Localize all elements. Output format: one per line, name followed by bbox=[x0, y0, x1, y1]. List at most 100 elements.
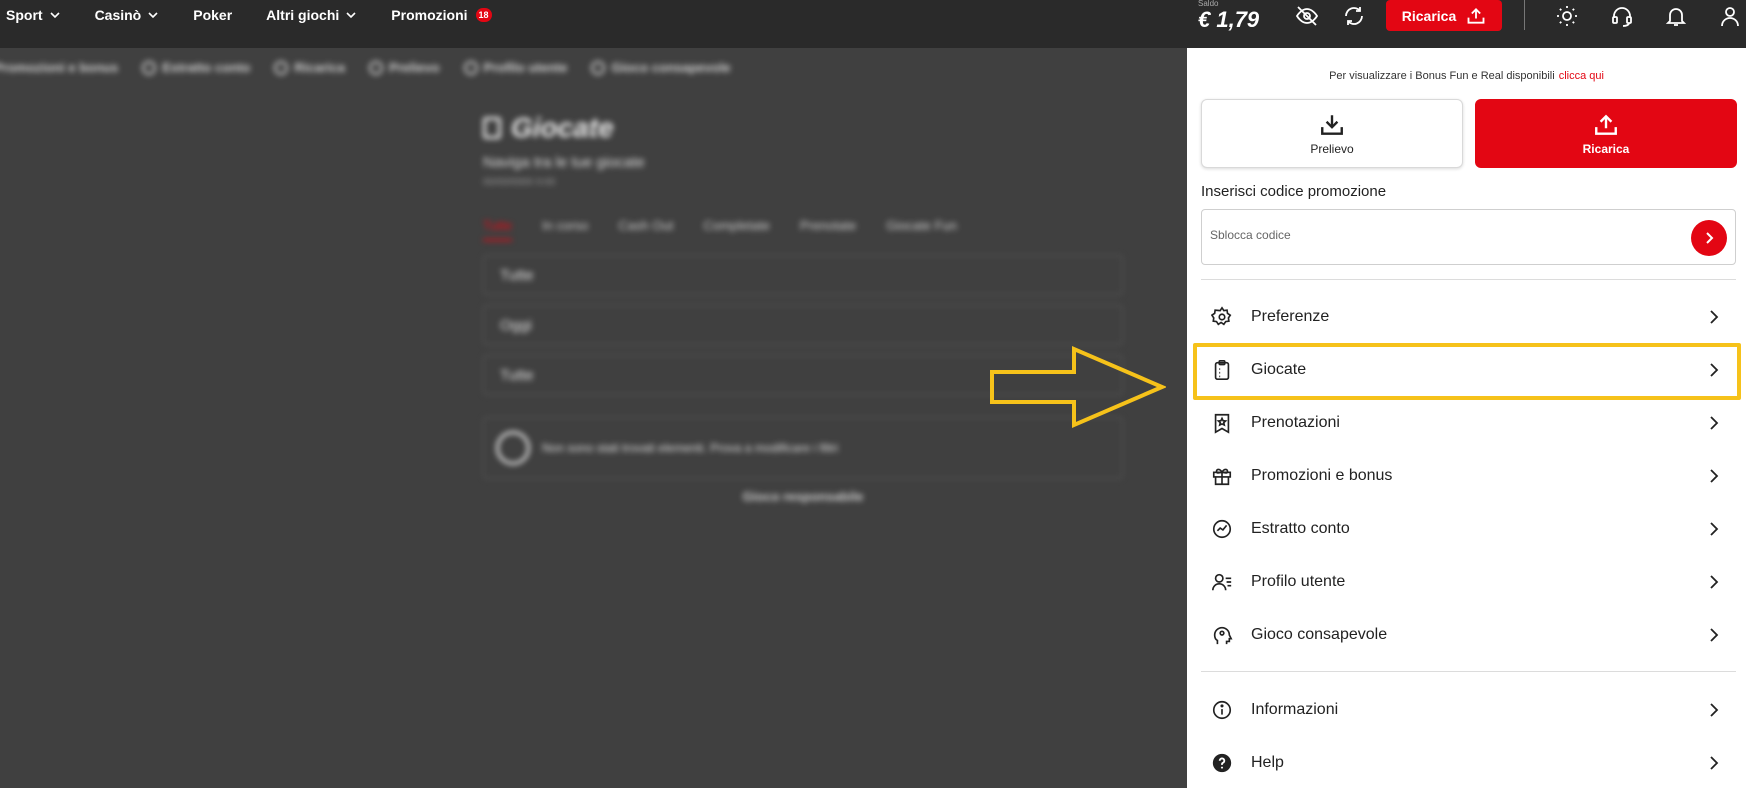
subnav-label: Prelievo bbox=[388, 60, 440, 75]
subnav-label: Ricarica bbox=[294, 60, 345, 75]
tab-prenotate[interactable]: Prenotate bbox=[800, 218, 856, 241]
page-subtitle: Naviga tra le tue giocate bbox=[483, 154, 645, 171]
subnav-item[interactable]: Promozioni e bonus bbox=[0, 60, 118, 75]
top-bar: Sport Casinò Poker Altri giochi Promozio… bbox=[0, 0, 1746, 48]
clipboard-icon bbox=[483, 117, 501, 139]
menu-item-help[interactable]: Help bbox=[1201, 737, 1736, 788]
menu-item-promozioni-bonus[interactable]: Promozioni e bonus bbox=[1201, 450, 1736, 502]
subnav-label: Profilo utente bbox=[483, 60, 568, 75]
refresh-icon[interactable] bbox=[1342, 4, 1366, 28]
chevron-right-icon bbox=[1706, 232, 1714, 244]
menu-item-label: Promozioni e bonus bbox=[1251, 467, 1393, 484]
support-icon[interactable] bbox=[1610, 4, 1634, 28]
bell-icon[interactable] bbox=[1664, 4, 1688, 28]
main-nav: Sport Casinò Poker Altri giochi Promozio… bbox=[0, 0, 520, 30]
responsible-gaming-link[interactable]: Gioco responsabile bbox=[483, 489, 1123, 504]
user-icon[interactable] bbox=[1718, 4, 1742, 28]
nav-promozioni[interactable]: Promozioni 18 bbox=[391, 7, 492, 23]
account-subnav: Promozioni e bonus Estratto conto Ricari… bbox=[0, 60, 731, 75]
hide-balance-icon[interactable] bbox=[1295, 4, 1319, 28]
chevron-right-icon bbox=[1706, 627, 1722, 643]
menu-item-informazioni[interactable]: Informazioni bbox=[1201, 684, 1736, 736]
top-recharge-button[interactable]: Ricarica bbox=[1386, 0, 1502, 31]
nav-casino[interactable]: Casinò bbox=[95, 7, 160, 23]
nav-poker-label: Poker bbox=[193, 7, 233, 23]
ricarica-icon bbox=[274, 60, 289, 75]
subnav-label: Promozioni e bonus bbox=[0, 60, 119, 75]
chevron-right-icon bbox=[1706, 521, 1722, 537]
bet-tabs: Tutte In corso Cash Out Completate Preno… bbox=[483, 218, 1123, 241]
recharge-label: Ricarica bbox=[1582, 141, 1630, 156]
tab-in-corso[interactable]: In corso bbox=[542, 218, 588, 241]
chevron-right-icon bbox=[1706, 468, 1722, 484]
menu-item-profilo-utente[interactable]: Profilo utente bbox=[1201, 556, 1736, 608]
promo-code-field bbox=[1201, 209, 1736, 265]
promo-code-label: Inserisci codice promozione bbox=[1201, 183, 1387, 200]
balance: Saldo € 1,79 bbox=[1198, 0, 1259, 32]
balance-value: € 1,79 bbox=[1198, 7, 1260, 32]
filter-select[interactable]: Oggi bbox=[483, 305, 1123, 345]
nav-altri-giochi-label: Altri giochi bbox=[266, 7, 340, 23]
bonus-info-text: Per visualizzare i Bonus Fun e Real disp… bbox=[1329, 70, 1555, 82]
top-divider bbox=[1524, 0, 1525, 30]
page-date: 00/00/0000 0:00 bbox=[483, 177, 556, 188]
promo-submit-button[interactable] bbox=[1691, 220, 1727, 256]
sun-icon[interactable] bbox=[1555, 4, 1579, 28]
profilo-icon bbox=[463, 60, 478, 75]
menu-item-prenotazioni[interactable]: Prenotazioni bbox=[1201, 397, 1736, 449]
help-icon bbox=[1211, 752, 1233, 774]
age-badge: 18 bbox=[475, 8, 492, 22]
menu-item-label: Help bbox=[1251, 754, 1284, 771]
gift-icon bbox=[1211, 465, 1233, 487]
menu-item-label: Informazioni bbox=[1251, 701, 1339, 718]
subnav-item[interactable]: Ricarica bbox=[274, 60, 345, 75]
prelievo-icon bbox=[368, 60, 383, 75]
bonus-info-link[interactable]: clicca qui bbox=[1559, 70, 1604, 82]
withdraw-label: Prelievo bbox=[1310, 141, 1354, 156]
download-icon bbox=[1321, 114, 1343, 135]
pointer-arrow-icon bbox=[990, 345, 1166, 429]
page-title: Giocate bbox=[483, 112, 1123, 144]
tab-giocate-fun[interactable]: Giocate Fun bbox=[886, 218, 957, 241]
user-list-icon bbox=[1211, 571, 1233, 593]
nav-sport[interactable]: Sport bbox=[6, 7, 61, 23]
account-drawer: Per visualizzare i Bonus Fun e Real disp… bbox=[1187, 48, 1746, 788]
subnav-item[interactable]: Gioco consapevole bbox=[591, 60, 731, 75]
highlight-frame bbox=[1193, 343, 1741, 400]
recharge-button[interactable]: Ricarica bbox=[1475, 99, 1737, 168]
chevron-right-icon bbox=[1706, 702, 1722, 718]
estratto-conto-icon bbox=[142, 60, 157, 75]
top-recharge-label: Ricarica bbox=[1401, 7, 1457, 24]
tab-tutte[interactable]: Tutte bbox=[483, 218, 513, 241]
subnav-item[interactable]: Estratto conto bbox=[142, 60, 250, 75]
filter-select[interactable]: Tutte bbox=[483, 255, 1123, 295]
chevron-down-icon bbox=[49, 12, 60, 19]
subnav-item[interactable]: Profilo utente bbox=[463, 60, 568, 75]
bookmark-star-icon bbox=[1211, 412, 1233, 434]
gioco-consapevole-icon bbox=[591, 60, 606, 75]
upload-icon bbox=[1595, 114, 1617, 135]
alert-icon bbox=[496, 431, 530, 465]
menu-item-label: Preferenze bbox=[1251, 308, 1330, 325]
upload-icon bbox=[1467, 7, 1485, 24]
chart-circle-icon bbox=[1211, 518, 1233, 540]
nav-altri-giochi[interactable]: Altri giochi bbox=[266, 7, 357, 23]
promo-code-input[interactable] bbox=[1210, 228, 1650, 242]
chevron-down-icon bbox=[346, 12, 356, 19]
chevron-right-icon bbox=[1706, 574, 1722, 590]
subnav-item[interactable]: Prelievo bbox=[368, 60, 440, 75]
head-icon bbox=[1211, 624, 1233, 646]
tab-completate[interactable]: Completate bbox=[703, 218, 769, 241]
chevron-down-icon bbox=[148, 12, 158, 19]
subnav-label: Gioco consapevole bbox=[611, 60, 731, 75]
nav-sport-label: Sport bbox=[6, 7, 43, 23]
chevron-right-icon bbox=[1706, 309, 1722, 325]
nav-poker[interactable]: Poker bbox=[193, 7, 232, 23]
tab-cash-out[interactable]: Cash Out bbox=[618, 218, 673, 241]
empty-message: Non sono stati trovati elementi. Prova a… bbox=[542, 441, 839, 455]
withdraw-button[interactable]: Prelievo bbox=[1201, 99, 1463, 168]
menu-item-label: Prenotazioni bbox=[1251, 414, 1340, 431]
menu-item-gioco-consapevole[interactable]: Gioco consapevole bbox=[1201, 609, 1736, 661]
menu-item-preferenze[interactable]: Preferenze bbox=[1201, 291, 1736, 343]
menu-item-estratto-conto[interactable]: Estratto conto bbox=[1201, 503, 1736, 555]
